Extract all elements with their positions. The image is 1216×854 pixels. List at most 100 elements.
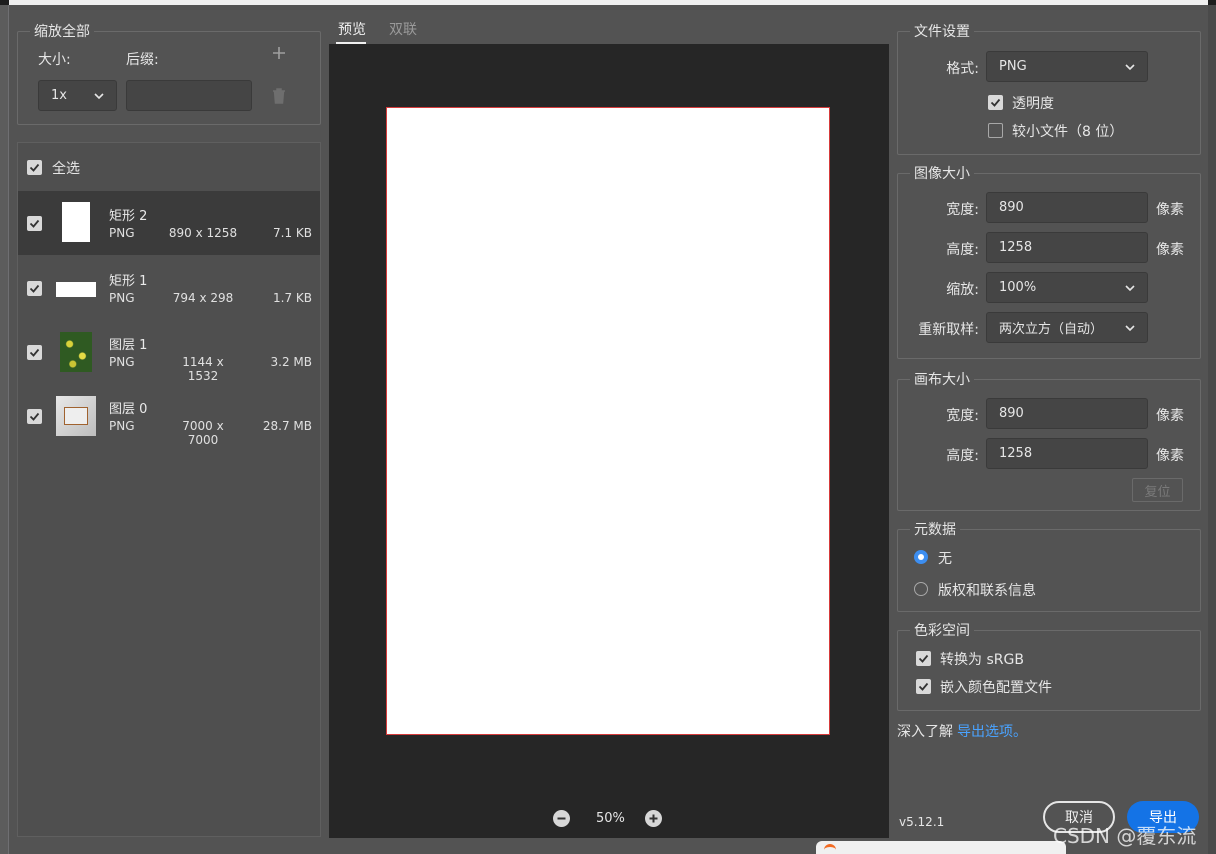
asset-size: 7.1 KB [273,226,312,240]
metadata-copyright-label: 版权和联系信息 [938,583,1036,599]
metadata-title: 元数据 [914,522,956,538]
learn-more-text: 深入了解 [897,724,953,740]
asset-name: 图层 0 [109,402,148,417]
asset-format: PNG [109,355,135,369]
embed-profile-checkbox[interactable] [916,679,931,694]
format-select-value: PNG [999,59,1027,74]
smaller-file-label: 较小文件（8 位） [1012,124,1124,140]
taskbar-strip [816,841,1066,854]
asset-list: 全选 矩形 2 PNG 890 x 1258 7.1 KB 矩形 1 PNG 7… [17,142,321,837]
chevron-down-icon [1125,64,1135,71]
add-scale-icon[interactable] [271,45,287,61]
check-icon [918,682,929,691]
chevron-down-icon [1125,325,1135,332]
canvas-width-unit: 像素 [1156,408,1184,424]
image-scale-label: 缩放: [946,282,979,298]
export-options-link[interactable]: 导出选项。 [957,721,1027,741]
asset-row[interactable]: 图层 0 PNG 7000 x 7000 28.7 MB [18,384,320,448]
tab-two-up[interactable]: 双联 [389,19,417,39]
image-width-label: 宽度: [946,202,979,218]
image-height-label: 高度: [946,242,979,258]
asset-size: 28.7 MB [262,419,312,433]
canvas-height-unit: 像素 [1156,448,1184,464]
transparency-label: 透明度 [1012,96,1054,112]
asset-dimensions: 794 x 298 [172,291,234,305]
select-all-label: 全选 [52,161,80,177]
canvas-width-input[interactable]: 890 [986,398,1148,429]
plus-icon [649,814,658,823]
scale-all-title: 缩放全部 [34,24,90,40]
asset-thumbnail [62,202,90,242]
image-scale-value: 100% [999,280,1037,295]
zoom-in-button[interactable] [645,810,662,827]
image-width-value: 890 [999,200,1024,215]
resample-select[interactable]: 两次立方（自动） [986,312,1148,343]
asset-thumbnail [56,282,96,297]
preview-canvas [386,107,830,735]
resample-label: 重新取样: [918,322,979,338]
suffix-input[interactable] [126,80,252,111]
metadata-none-label: 无 [938,551,952,567]
asset-row[interactable]: 矩形 1 PNG 794 x 298 1.7 KB [18,256,320,320]
left-edge [0,5,9,854]
asset-format: PNG [109,291,135,305]
format-label: 格式: [946,61,979,77]
select-all-checkbox[interactable] [27,160,42,175]
image-height-input[interactable]: 1258 [986,232,1148,263]
smaller-file-checkbox[interactable] [988,123,1003,138]
check-icon [990,98,1001,107]
canvas-height-value: 1258 [999,446,1033,461]
convert-srgb-label: 转换为 sRGB [940,652,1024,668]
version-label: v5.12.1 [899,815,945,829]
asset-row[interactable]: 矩形 2 PNG 890 x 1258 7.1 KB [18,191,320,255]
file-settings-title: 文件设置 [914,24,970,40]
canvas-height-label: 高度: [946,448,979,464]
scale-select-value: 1x [51,88,67,103]
asset-name: 图层 1 [109,338,148,353]
convert-srgb-checkbox[interactable] [916,651,931,666]
canvas-size-title: 画布大小 [914,372,970,388]
check-icon [29,163,40,172]
asset-format: PNG [109,226,135,240]
minus-icon [557,817,566,820]
asset-dimensions: 890 x 1258 [168,226,238,240]
metadata-none-radio[interactable] [914,550,928,564]
asset-checkbox[interactable] [27,345,42,360]
asset-checkbox[interactable] [27,409,42,424]
size-label: 大小: [38,52,71,68]
asset-name: 矩形 1 [109,274,148,289]
check-icon [29,412,40,421]
asset-checkbox[interactable] [27,281,42,296]
metadata-copyright-radio[interactable] [914,582,928,596]
canvas-height-input[interactable]: 1258 [986,438,1148,469]
right-edge [1208,5,1216,854]
asset-thumbnail [56,396,96,436]
asset-dimensions: 7000 x 7000 [182,419,224,447]
image-scale-select[interactable]: 100% [986,272,1148,303]
check-icon [29,348,40,357]
asset-checkbox[interactable] [27,216,42,231]
asset-size: 3.2 MB [270,355,312,369]
watermark: CSDN @覆东流 [1053,824,1197,848]
preview-area [329,44,889,838]
export-as-dialog: 缩放全部 大小: 后缀: 1x 全选 矩形 2 PNG 890 x 1258 7… [9,5,1208,854]
zoom-out-button[interactable] [553,810,570,827]
check-icon [29,284,40,293]
asset-format: PNG [109,419,135,433]
transparency-checkbox[interactable] [988,95,1003,110]
asset-thumbnail [60,332,92,372]
asset-row[interactable]: 图层 1 PNG 1144 x 1532 3.2 MB [18,320,320,384]
canvas-width-value: 890 [999,406,1024,421]
reset-button[interactable]: 复位 [1132,478,1183,502]
trash-icon[interactable] [271,87,287,105]
asset-dimensions: 1144 x 1532 [182,355,224,383]
image-height-value: 1258 [999,240,1033,255]
asset-name: 矩形 2 [109,209,148,224]
format-select[interactable]: PNG [986,51,1148,82]
resample-value: 两次立方（自动） [999,322,1104,337]
tab-preview[interactable]: 预览 [338,19,366,39]
image-width-unit: 像素 [1156,202,1184,218]
suffix-label: 后缀: [126,52,159,68]
image-width-input[interactable]: 890 [986,192,1148,223]
scale-select[interactable]: 1x [38,80,117,111]
